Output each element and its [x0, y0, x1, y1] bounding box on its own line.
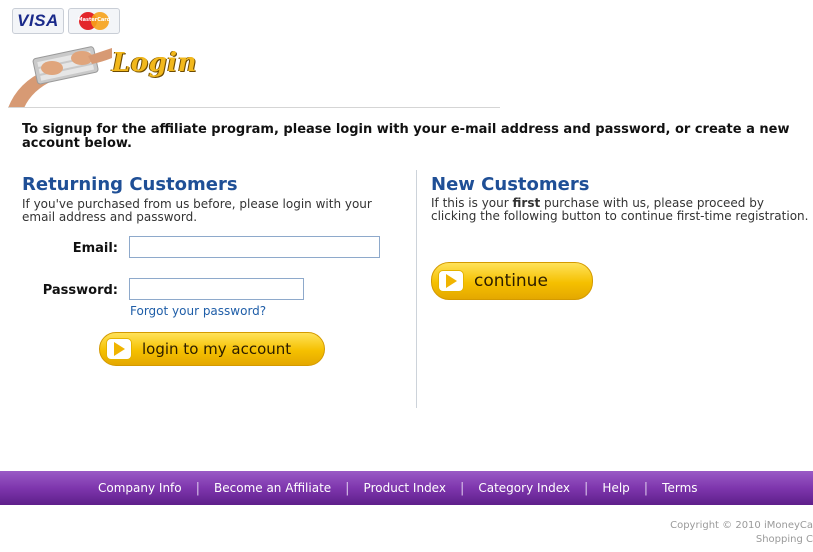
footer-link-become-affiliate[interactable]: Become an Affiliate — [214, 481, 331, 495]
new-customers-desc-part: If this is your — [431, 196, 513, 210]
nav-separator: | — [195, 480, 201, 496]
new-customers-desc-emphasis: first — [512, 196, 541, 210]
login-button[interactable]: login to my account — [99, 332, 325, 366]
footer-link-terms[interactable]: Terms — [662, 481, 697, 495]
forgot-password-link[interactable]: Forgot your password? — [130, 304, 266, 318]
arrow-right-icon — [438, 270, 464, 292]
copyright-text: Copyright © 2010 iMoneyCa Shopping C — [613, 519, 813, 547]
footer-link-company-info[interactable]: Company Info — [98, 481, 182, 495]
mastercard-logo: MasterCard — [68, 8, 120, 34]
email-label: Email: — [72, 241, 118, 256]
arrow-right-icon — [106, 338, 132, 360]
new-customers-title: New Customers — [431, 174, 590, 195]
continue-button[interactable]: continue — [431, 262, 593, 300]
header-divider — [8, 107, 500, 108]
footer-nav: Company Info | Become an Affiliate | Pro… — [0, 471, 813, 505]
returning-customers-title: Returning Customers — [22, 174, 238, 195]
column-divider — [416, 170, 417, 408]
nav-separator: | — [459, 480, 465, 496]
nav-separator: | — [643, 480, 649, 496]
returning-customers-description: If you've purchased from us before, plea… — [22, 197, 372, 224]
copyright-line: Shopping C — [755, 534, 813, 545]
page-title: Login — [112, 48, 198, 78]
login-button-label: login to my account — [142, 340, 292, 358]
email-field[interactable] — [129, 236, 380, 258]
nav-separator: | — [584, 480, 589, 496]
mastercard-logo-text: MasterCard — [77, 17, 111, 23]
password-label: Password: — [42, 283, 118, 298]
visa-logo: VISA — [12, 8, 64, 34]
continue-button-label: continue — [474, 271, 548, 291]
payment-card-logos: VISA MasterCard — [12, 8, 120, 34]
password-field[interactable] — [129, 278, 304, 300]
footer-link-help[interactable]: Help — [602, 481, 629, 495]
footer-link-category-index[interactable]: Category Index — [478, 481, 570, 495]
new-customers-description: If this is your first purchase with us, … — [431, 197, 811, 223]
copyright-line: Copyright © 2010 iMoneyCa — [670, 520, 813, 531]
keyboard-hands-icon — [8, 46, 112, 108]
mastercard-icon: MasterCard — [74, 11, 114, 31]
intro-text: To signup for the affiliate program, ple… — [22, 122, 790, 151]
visa-logo-text: VISA — [17, 11, 59, 30]
nav-separator: | — [345, 480, 350, 496]
footer-link-product-index[interactable]: Product Index — [364, 481, 446, 495]
